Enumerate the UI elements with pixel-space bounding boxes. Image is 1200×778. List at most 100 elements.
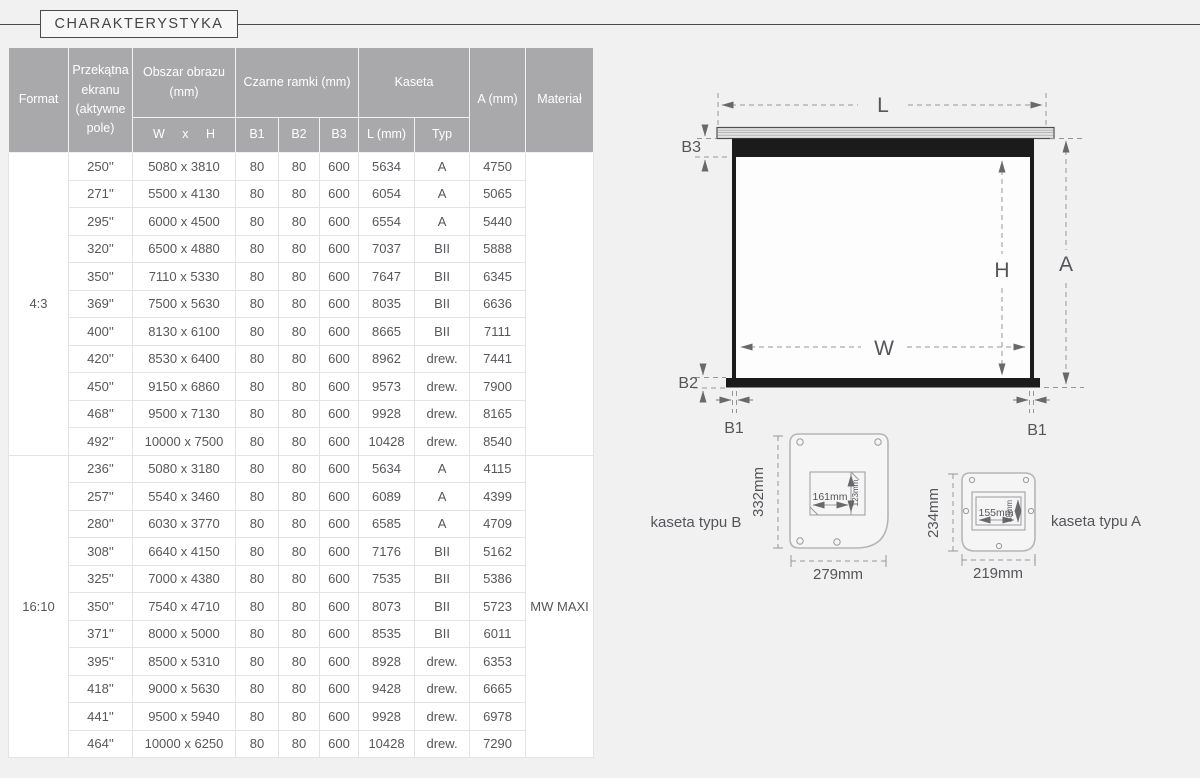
cell-typ: BII — [415, 593, 470, 621]
screen-bottom-slat — [726, 378, 1040, 388]
cell-typ: BII — [415, 290, 470, 318]
cell-diagonal: 257'' — [69, 483, 133, 511]
cell-a: 7900 — [470, 373, 526, 401]
col-header-image-area: Obszar obrazu (mm) — [133, 48, 236, 118]
cell-diagonal: 325'' — [69, 565, 133, 593]
cell-image-area: 5500 x 4130 — [133, 180, 236, 208]
cell-b3: 600 — [320, 373, 359, 401]
cell-b3: 600 — [320, 400, 359, 428]
cell-l: 10428 — [359, 428, 415, 456]
cell-image-area: 5080 x 3180 — [133, 455, 236, 483]
dimension-B2-label: B2 — [678, 375, 698, 392]
cell-image-area: 5540 x 3460 — [133, 483, 236, 511]
cell-diagonal: 468'' — [69, 400, 133, 428]
dimension-L-label: L — [877, 94, 889, 117]
cell-l: 7647 — [359, 263, 415, 291]
cell-b1: 80 — [236, 730, 279, 758]
cell-b3: 600 — [320, 730, 359, 758]
cell-image-area: 6030 x 3770 — [133, 510, 236, 538]
cell-typ: A — [415, 180, 470, 208]
cell-image-area: 9000 x 5630 — [133, 675, 236, 703]
cell-diagonal: 395'' — [69, 648, 133, 676]
cell-b3: 600 — [320, 483, 359, 511]
cell-b2: 80 — [279, 565, 320, 593]
cell-diagonal: 464'' — [69, 730, 133, 758]
cell-l: 10428 — [359, 730, 415, 758]
col-header-typ: Typ — [415, 118, 470, 153]
cell-a: 6353 — [470, 648, 526, 676]
cell-a: 8540 — [470, 428, 526, 456]
cell-b1: 80 — [236, 510, 279, 538]
cell-image-area: 8130 x 6100 — [133, 318, 236, 346]
cell-b1: 80 — [236, 373, 279, 401]
cell-image-area: 10000 x 7500 — [133, 428, 236, 456]
cell-typ: BII — [415, 318, 470, 346]
cell-typ: A — [415, 153, 470, 181]
cassette-bar — [717, 128, 1054, 139]
cell-diagonal: 420'' — [69, 345, 133, 373]
cell-a: 8165 — [470, 400, 526, 428]
cell-diagonal: 236'' — [69, 455, 133, 483]
cell-image-area: 8500 x 5310 — [133, 648, 236, 676]
cell-l: 8665 — [359, 318, 415, 346]
cell-b1: 80 — [236, 208, 279, 236]
cell-b2: 80 — [279, 235, 320, 263]
cell-typ: drew. — [415, 730, 470, 758]
cell-b1: 80 — [236, 675, 279, 703]
cell-diagonal: 350'' — [69, 593, 133, 621]
cassette-a-width-label: 219mm — [973, 565, 1023, 582]
cell-a: 5723 — [470, 593, 526, 621]
table-row: 450''9150 x 686080806009573drew.7900 — [9, 373, 594, 401]
cell-b1: 80 — [236, 180, 279, 208]
cell-b1: 80 — [236, 565, 279, 593]
spec-table: Format Przekątna ekranu (aktywne pole) O… — [8, 47, 594, 758]
table-row: 492''10000 x 7500808060010428drew.8540 — [9, 428, 594, 456]
cell-l: 9928 — [359, 400, 415, 428]
cell-b3: 600 — [320, 208, 359, 236]
cell-a: 5440 — [470, 208, 526, 236]
cassette-a-caption: kaseta typu A — [1051, 513, 1141, 530]
cell-l: 9573 — [359, 373, 415, 401]
cell-b2: 80 — [279, 620, 320, 648]
cell-typ: A — [415, 483, 470, 511]
cell-b1: 80 — [236, 400, 279, 428]
cell-b2: 80 — [279, 703, 320, 731]
cell-b3: 600 — [320, 290, 359, 318]
cell-image-area: 8530 x 6400 — [133, 345, 236, 373]
cell-a: 6636 — [470, 290, 526, 318]
col-header-b3: B3 — [320, 118, 359, 153]
cell-b1: 80 — [236, 428, 279, 456]
cell-b3: 600 — [320, 565, 359, 593]
cell-b1: 80 — [236, 263, 279, 291]
cassette-b-slot-width-label: 161mm — [812, 491, 847, 503]
cell-l: 5634 — [359, 153, 415, 181]
cell-typ: drew. — [415, 648, 470, 676]
section-title: CHARAKTERYSTYKA — [55, 16, 224, 32]
cell-b3: 600 — [320, 703, 359, 731]
cell-typ: BII — [415, 565, 470, 593]
table-row: 350''7110 x 533080806007647BII6345 — [9, 263, 594, 291]
table-row: 464''10000 x 6250808060010428drew.7290 — [9, 730, 594, 758]
cell-b1: 80 — [236, 235, 279, 263]
cell-b1: 80 — [236, 153, 279, 181]
table-header: Format Przekątna ekranu (aktywne pole) O… — [9, 48, 594, 153]
cell-l: 8928 — [359, 648, 415, 676]
cell-image-area: 9150 x 6860 — [133, 373, 236, 401]
cell-typ: BII — [415, 620, 470, 648]
table-row: 441''9500 x 594080806009928drew.6978 — [9, 703, 594, 731]
cell-a: 4115 — [470, 455, 526, 483]
dimension-A-label: A — [1059, 253, 1073, 276]
table-row: 468''9500 x 713080806009928drew.8165 — [9, 400, 594, 428]
dimension-W-label: W — [874, 337, 894, 360]
cell-typ: drew. — [415, 373, 470, 401]
cell-typ: drew. — [415, 345, 470, 373]
cell-b2: 80 — [279, 428, 320, 456]
col-header-kaseta: Kaseta — [359, 48, 470, 118]
cell-typ: A — [415, 455, 470, 483]
cell-l: 7535 — [359, 565, 415, 593]
cell-diagonal: 418'' — [69, 675, 133, 703]
cell-diagonal: 350'' — [69, 263, 133, 291]
cell-b1: 80 — [236, 703, 279, 731]
table-row: 295''6000 x 450080806006554A5440 — [9, 208, 594, 236]
cell-typ: drew. — [415, 675, 470, 703]
